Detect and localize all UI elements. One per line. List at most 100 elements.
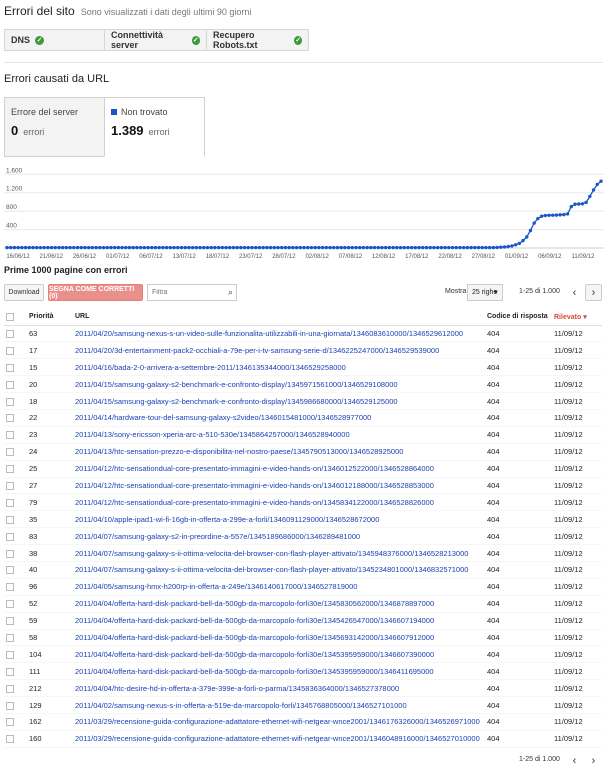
row-url-link[interactable]: 2011/04/10/apple-ipad1-wi-fi-16gb-in-off… — [75, 515, 379, 524]
data-point — [246, 245, 251, 250]
row-checkbox[interactable] — [6, 566, 14, 575]
row-checkbox[interactable] — [6, 633, 14, 642]
row-url-link[interactable]: 2011/04/04/htc-desire-hd-in-offerta-a-37… — [75, 684, 399, 693]
row-url-link[interactable]: 2011/04/15/samsung-galaxy-s2-benchmark-e… — [75, 397, 398, 406]
tab-not-found[interactable]: Non trovato 1.389 errori — [104, 97, 205, 157]
row-checkbox[interactable] — [6, 346, 14, 355]
row-url-link[interactable]: 2011/04/16/bada-2-0-arrivera-a-settembre… — [75, 363, 346, 372]
data-point — [179, 245, 184, 250]
row-checkbox[interactable] — [6, 363, 14, 372]
tab-server-error[interactable]: Errore del server 0 errori — [4, 97, 105, 157]
row-checkbox[interactable] — [6, 549, 14, 558]
row-url-link[interactable]: 2011/04/12/htc-sensationdual-core-presen… — [75, 481, 434, 490]
tab-robots-fetch[interactable]: Recupero Robots.txt ✓ — [206, 29, 309, 51]
data-point — [220, 245, 225, 250]
data-point — [68, 245, 72, 250]
row-url-link[interactable]: 2011/04/07/samsung-galaxy-s-ii-ottima-ve… — [75, 549, 468, 558]
table-row: 111 2011/04/04/offerta-hard-disk-packard-… — [4, 662, 602, 681]
row-checkbox[interactable] — [6, 735, 14, 744]
prev-page-button[interactable]: ‹ — [566, 752, 583, 769]
check-icon: ✓ — [191, 35, 200, 45]
row-url-link[interactable]: 2011/04/07/samsung-galaxy-s2-in-preordin… — [75, 532, 360, 541]
row-url-link[interactable]: 2011/04/04/offerta-hard-disk-packard-bel… — [75, 667, 434, 676]
row-checkbox[interactable] — [6, 650, 14, 659]
next-page-button[interactable]: › — [585, 752, 602, 769]
row-priority: 63 — [29, 325, 75, 343]
row-detected-date: 11/09/12 — [554, 696, 602, 714]
x-tick-label: 12/08/12 — [372, 254, 396, 260]
tab-server-connectivity[interactable]: Connettività server ✓ — [104, 29, 207, 51]
row-checkbox[interactable] — [6, 532, 14, 541]
data-point — [580, 202, 585, 206]
data-point — [465, 245, 470, 250]
row-checkbox[interactable] — [6, 414, 14, 423]
table-row: 24 2011/04/13/htc-sensation-prezzo-e-disp… — [4, 443, 602, 461]
data-point — [283, 245, 288, 250]
row-url-link[interactable]: 2011/04/15/samsung-galaxy-s2-benchmark-e… — [75, 380, 398, 389]
data-point — [250, 245, 254, 250]
row-checkbox[interactable] — [6, 617, 14, 626]
row-url-link[interactable]: 2011/04/02/samsung-nexus-s-in-offerta-a-… — [75, 701, 407, 710]
table-row: 83 2011/04/07/samsung-galaxy-s2-in-preord… — [4, 527, 602, 546]
row-url-link[interactable]: 2011/04/12/htc-sensationdual-core-presen… — [75, 498, 434, 507]
row-checkbox[interactable] — [6, 380, 14, 389]
row-url-link[interactable]: 2011/04/13/htc-sensation-prezzo-e-dispon… — [75, 447, 403, 456]
row-detected-date: 11/09/12 — [554, 477, 602, 495]
col-response-code[interactable]: Codice di risposta — [487, 309, 554, 326]
row-checkbox[interactable] — [6, 667, 14, 676]
table-row: 22 2011/04/14/hardware-tour-del-samsung-g… — [4, 409, 602, 427]
pagination-range: 1-25 di 1.000 — [519, 756, 560, 763]
row-checkbox[interactable] — [6, 684, 14, 693]
row-checkbox[interactable] — [6, 498, 14, 507]
row-response-code: 404 — [487, 527, 554, 546]
row-url-link[interactable]: 2011/04/20/samsung-nexus-s-un-video-sull… — [75, 329, 463, 338]
row-url-link[interactable]: 2011/04/20/3d-entertainment-pack2-occhia… — [75, 346, 439, 355]
col-detected[interactable]: Rilevato ▾ — [554, 309, 602, 326]
row-url-link[interactable]: 2011/04/12/htc-sensationdual-core-presen… — [75, 464, 434, 473]
rows-per-page-select[interactable]: 25 righe ▼ — [467, 284, 503, 301]
row-checkbox[interactable] — [6, 583, 14, 592]
filter-input[interactable] — [148, 285, 218, 300]
row-priority: 18 — [29, 392, 75, 410]
row-url-link[interactable]: 2011/04/07/samsung-galaxy-s-ii-ottima-ve… — [75, 565, 468, 574]
row-url-link[interactable]: 2011/03/29/recensione-guida-configurazio… — [75, 717, 480, 726]
row-url-link[interactable]: 2011/03/29/recensione-guida-configurazio… — [75, 734, 480, 743]
data-point — [387, 245, 392, 250]
row-url-link[interactable]: 2011/04/04/offerta-hard-disk-packard-bel… — [75, 599, 434, 608]
col-priority[interactable]: Priorità — [29, 309, 75, 326]
data-point — [565, 212, 570, 216]
row-url-link[interactable]: 2011/04/05/samsung-hmx-h200rp-in-offerta… — [75, 582, 357, 591]
row-url-link[interactable]: 2011/04/13/sony-ericsson-xperia-arc-a-51… — [75, 430, 350, 439]
col-url[interactable]: URL — [75, 309, 487, 326]
prev-page-button[interactable]: ‹ — [566, 284, 583, 301]
row-checkbox[interactable] — [6, 515, 14, 524]
row-checkbox[interactable] — [6, 431, 14, 440]
row-checkbox[interactable] — [6, 481, 14, 490]
row-url-link[interactable]: 2011/04/04/offerta-hard-disk-packard-bel… — [75, 616, 434, 625]
tab-dns[interactable]: DNS ✓ — [4, 29, 105, 51]
row-checkbox[interactable] — [6, 448, 14, 457]
row-url-link[interactable]: 2011/04/04/offerta-hard-disk-packard-bel… — [75, 650, 434, 659]
select-all-checkbox[interactable] — [6, 312, 14, 321]
next-page-button[interactable]: › — [585, 284, 602, 301]
row-checkbox[interactable] — [6, 718, 14, 727]
row-priority: 22 — [29, 409, 75, 427]
row-checkbox[interactable] — [6, 329, 14, 338]
data-point — [309, 245, 314, 250]
data-point — [424, 245, 429, 250]
data-point — [27, 245, 31, 250]
row-checkbox[interactable] — [6, 600, 14, 609]
row-url-link[interactable]: 2011/04/04/offerta-hard-disk-packard-bel… — [75, 633, 434, 642]
search-icon[interactable]: ⌕ — [228, 287, 233, 298]
row-checkbox[interactable] — [6, 701, 14, 710]
row-url-link[interactable]: 2011/04/14/hardware-tour-del-samsung-gal… — [75, 413, 371, 422]
data-point — [20, 245, 24, 250]
data-point — [487, 245, 492, 250]
row-checkbox[interactable] — [6, 397, 14, 406]
row-response-code: 404 — [487, 375, 554, 394]
mark-fixed-button[interactable]: SEGNA COME CORRETTI (0) — [48, 284, 143, 301]
row-response-code: 404 — [487, 595, 554, 613]
row-checkbox[interactable] — [6, 465, 14, 474]
download-button[interactable]: Download — [4, 284, 44, 301]
data-point — [302, 245, 306, 250]
